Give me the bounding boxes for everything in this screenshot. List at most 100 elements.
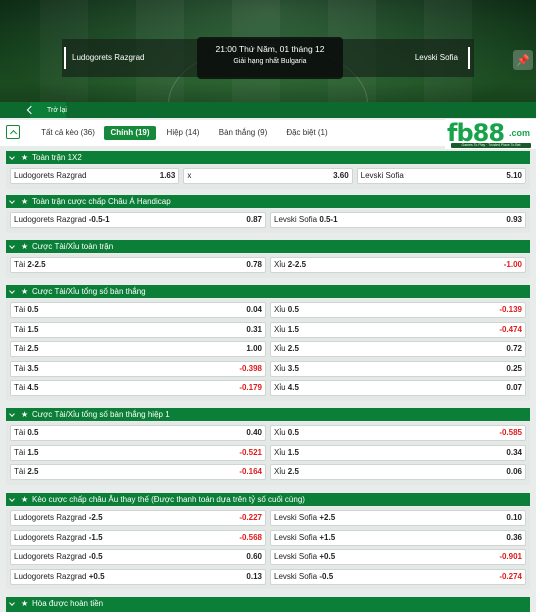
odds-cell[interactable]: Levski Sofia 0.5-1 0.93 <box>270 212 526 228</box>
market-title: Cược Tài/Xỉu toàn trận <box>32 242 114 251</box>
odds-cell[interactable]: Tài 1.5 -0.521 <box>10 444 266 461</box>
odds-cell[interactable]: Tài 4.5 -0.179 <box>10 380 266 396</box>
handicap-line: 1.5 <box>287 447 299 457</box>
odds-cell[interactable]: Levski Sofia -0.5 -0.274 <box>270 568 526 585</box>
selection-label: Xỉu 1.5 <box>274 324 299 334</box>
odds-cell[interactable]: Tài 2.5 -0.164 <box>10 464 266 480</box>
odds-cell[interactable]: Xỉu 2.5 0.72 <box>270 341 526 357</box>
odds-cell[interactable]: Levski Sofia +2.5 0.10 <box>270 510 526 526</box>
star-icon[interactable]: ★ <box>21 151 28 164</box>
odds-cell[interactable]: Ludogorets Razgrad +0.5 0.13 <box>10 568 266 585</box>
odds-cell[interactable]: Ludogorets Razgrad -1.5 -0.568 <box>10 529 266 546</box>
star-icon[interactable]: ★ <box>21 493 28 506</box>
handicap-line: 2.5 <box>27 467 39 476</box>
odds-value: 0.60 <box>246 552 262 561</box>
chevron-down-icon <box>9 600 15 606</box>
selection-label: Levski Sofia -0.5 <box>274 571 334 581</box>
fb88-logo: fb88 .com Games To Play · Trusted Place … <box>445 119 536 149</box>
handicap-line: 1.5 <box>287 324 299 334</box>
market-header[interactable]: ★ Hòa được hoàn tiền <box>6 597 530 610</box>
tab-all[interactable]: Tất cả kèo (36) <box>32 126 104 140</box>
odds-cell[interactable]: Tài 2.5 1.00 <box>10 341 266 357</box>
star-icon[interactable]: ★ <box>21 597 28 610</box>
market-header[interactable]: ★ Kèo cược chấp châu Âu thay thế (Được th… <box>6 493 530 506</box>
tab-goals[interactable]: Bàn thắng (9) <box>212 126 274 140</box>
handicap-line: 0.5 <box>287 428 299 437</box>
handicap-line: +0.5 <box>319 552 336 561</box>
handicap-line: -2.5 <box>88 513 103 522</box>
odds-cell[interactable]: Xỉu 1.5 0.34 <box>270 444 526 461</box>
odds-cell[interactable]: Xỉu 4.5 0.07 <box>270 380 526 396</box>
chevron-down-icon <box>9 243 15 249</box>
odds-cell[interactable]: Xỉu 0.5 -0.585 <box>270 425 526 441</box>
selection-label: Ludogorets Razgrad <box>14 171 87 180</box>
star-icon[interactable]: ★ <box>21 285 28 298</box>
odds-cell[interactable]: Tài 3.5 -0.398 <box>10 360 266 377</box>
market-header[interactable]: ★ Toàn trận cược chấp Châu Á Handicap <box>6 195 530 208</box>
kickoff-time: 21:00 Thứ Năm, 01 tháng 12 <box>215 44 325 54</box>
chevron-down-icon <box>9 411 15 417</box>
selection-label: Xỉu 1.5 <box>274 447 299 457</box>
odds-value: -0.901 <box>499 552 522 561</box>
market-header[interactable]: ★ Toàn trận 1X2 <box>6 151 530 164</box>
odds-cell[interactable]: Ludogorets Razgrad 1.63 <box>10 168 180 184</box>
market-header[interactable]: ★ Cược Tài/Xỉu tổng số bàn thắng hiệp 1 <box>6 408 530 421</box>
odds-cell[interactable]: Xỉu 0.5 -0.139 <box>270 302 526 318</box>
selection-label: Tài 0.5 <box>14 305 39 314</box>
pin-icon[interactable]: 📌 <box>513 50 533 70</box>
selection-label: Tài 2.5 <box>14 467 39 476</box>
selection-label: Levski Sofia +2.5 <box>274 513 336 522</box>
selection-label: Tài 2-2.5 <box>14 260 46 269</box>
odds-cell[interactable]: Xỉu 2.5 0.06 <box>270 464 526 480</box>
selection-label: Levski Sofia +0.5 <box>274 552 336 561</box>
handicap-line: 1.5 <box>27 447 39 457</box>
handicap-line: -0.5 <box>319 571 334 581</box>
odds-value: 0.10 <box>506 513 522 522</box>
odds-value: 0.31 <box>246 324 262 334</box>
selection-label: Levski Sofia 0.5-1 <box>274 215 338 224</box>
star-icon[interactable]: ★ <box>21 240 28 253</box>
odds-cell[interactable]: Xỉu 1.5 -0.474 <box>270 321 526 338</box>
odds-cell[interactable]: Levski Sofia +0.5 -0.901 <box>270 549 526 565</box>
handicap-line: 0.5 <box>287 305 299 314</box>
star-icon[interactable]: ★ <box>21 195 28 208</box>
odds-cell[interactable]: Ludogorets Razgrad -2.5 -0.227 <box>10 510 266 526</box>
market-header[interactable]: ★ Cược Tài/Xỉu toàn trận <box>6 240 530 253</box>
odds-cell[interactable]: Tài 1.5 0.31 <box>10 321 266 338</box>
market-title: Kèo cược chấp châu Âu thay thế (Được tha… <box>32 495 305 504</box>
odds-cell[interactable]: x 3.60 <box>183 168 353 184</box>
odds-cell[interactable]: Tài 0.5 0.04 <box>10 302 266 318</box>
odds-cell[interactable]: Tài 0.5 0.40 <box>10 425 266 441</box>
selection-label: Tài 4.5 <box>14 383 39 392</box>
chevron-down-icon <box>9 288 15 294</box>
back-button[interactable]: Trở lại <box>22 104 73 116</box>
collapse-all-button[interactable] <box>6 125 20 139</box>
market-title: Toàn trận cược chấp Châu Á Handicap <box>32 197 171 206</box>
odds-cell[interactable]: Xỉu 2-2.5 -1.00 <box>270 257 526 273</box>
handicap-line: 4.5 <box>27 383 39 392</box>
odds-cell[interactable]: Xỉu 3.5 0.25 <box>270 360 526 377</box>
handicap-line: 1.5 <box>27 324 39 334</box>
handicap-line: 3.5 <box>27 363 39 373</box>
odds-value: 0.72 <box>506 344 522 353</box>
tab-special[interactable]: Đặc biệt (1) <box>280 126 334 140</box>
market-title: Cược Tài/Xỉu tổng số bàn thắng hiệp 1 <box>32 410 170 419</box>
odds-cell[interactable]: Levski Sofia 5.10 <box>356 168 526 184</box>
tab-half[interactable]: Hiệp (14) <box>162 126 204 140</box>
tab-main[interactable]: Chính (19) <box>104 126 156 140</box>
odds-cell[interactable]: Ludogorets Razgrad -0.5 0.60 <box>10 549 266 565</box>
handicap-line: 2-2.5 <box>27 260 46 269</box>
selection-label: Ludogorets Razgrad +0.5 <box>14 571 105 581</box>
market-title: Toàn trận 1X2 <box>32 153 82 162</box>
chevron-down-icon <box>9 496 15 502</box>
selection-label: Tài 1.5 <box>14 447 39 457</box>
odds-cell[interactable]: Tài 2-2.5 0.78 <box>10 257 266 273</box>
selection-label: Xỉu 0.5 <box>274 428 299 437</box>
star-icon[interactable]: ★ <box>21 408 28 421</box>
odds-value: -0.568 <box>239 532 262 542</box>
odds-cell[interactable]: Levski Sofia +1.5 0.36 <box>270 529 526 546</box>
selection-label: Xỉu 3.5 <box>274 363 299 373</box>
odds-value: 3.60 <box>333 171 349 180</box>
odds-cell[interactable]: Ludogorets Razgrad -0.5-1 0.87 <box>10 212 266 228</box>
market-header[interactable]: ★ Cược Tài/Xỉu tổng số bàn thắng <box>6 285 530 298</box>
